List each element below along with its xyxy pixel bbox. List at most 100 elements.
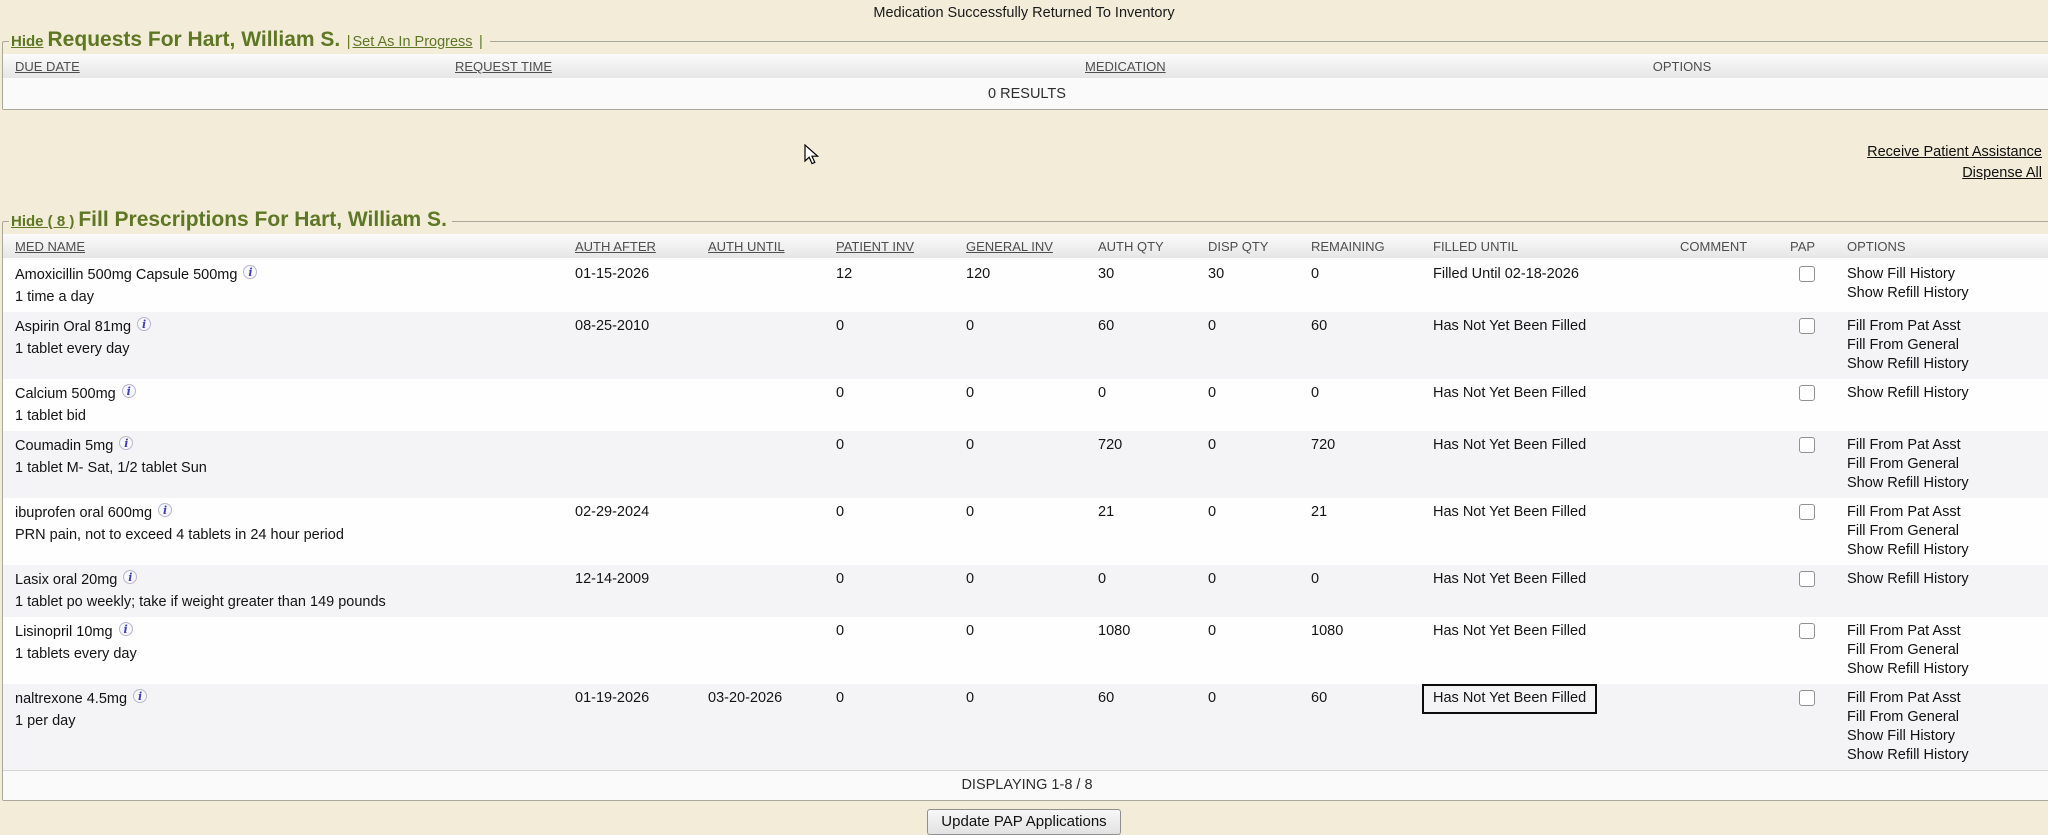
option-link-fill-from-pat-asst[interactable]: Fill From Pat Asst	[1847, 317, 2039, 336]
option-link-show-refill-history[interactable]: Show Refill History	[1847, 570, 2039, 589]
info-icon[interactable]: i	[137, 317, 151, 331]
requests-section-legend: HideRequests For Hart, William S. |Set A…	[9, 28, 490, 54]
dispense-all-link[interactable]: Dispense All	[0, 163, 2042, 184]
column-header-general-inv[interactable]: GENERAL INV	[954, 234, 1086, 259]
requests-section: HideRequests For Hart, William S. |Set A…	[2, 28, 2048, 110]
option-link-show-refill-history[interactable]: Show Refill History	[1847, 355, 2039, 374]
option-link-fill-from-pat-asst[interactable]: Fill From Pat Asst	[1847, 503, 2039, 522]
column-header-label[interactable]: DUE DATE	[15, 59, 80, 74]
pap-checkbox[interactable]	[1799, 571, 1815, 587]
column-header-request-time[interactable]: REQUEST TIME	[443, 54, 1073, 79]
column-header-label[interactable]: MED NAME	[15, 239, 85, 254]
column-header-label[interactable]: AUTH AFTER	[575, 239, 656, 254]
med-name-cell: Calcium 500mgi1 tablet bid	[3, 379, 563, 431]
option-link-show-refill-history[interactable]: Show Refill History	[1847, 474, 2039, 493]
column-header-label: AUTH QTY	[1098, 239, 1164, 254]
info-icon[interactable]: i	[158, 503, 172, 517]
prescriptions-section-title: Fill Prescriptions For Hart, William S.	[78, 208, 447, 231]
option-link-fill-from-pat-asst[interactable]: Fill From Pat Asst	[1847, 689, 2039, 708]
prescriptions-hide-link[interactable]: Hide ( 8 )	[11, 213, 74, 230]
prescription-row: Amoxicillin 500mg Capsule 500mgi1 time a…	[3, 259, 2048, 312]
column-header-label[interactable]: REQUEST TIME	[455, 59, 552, 74]
column-header-patient-inv[interactable]: PATIENT INV	[824, 234, 954, 259]
filled-until-value-focused: Has Not Yet Been Filled	[1422, 684, 1597, 714]
pap-checkbox[interactable]	[1799, 504, 1815, 520]
prescriptions-header-row: MED NAME AUTH AFTER AUTH UNTIL PATIENT INV G…	[3, 234, 2048, 259]
update-pap-applications-button[interactable]: Update PAP Applications	[927, 809, 1120, 835]
column-header-label[interactable]: AUTH UNTIL	[708, 239, 785, 254]
filled-until-value: Has Not Yet Been Filled	[1433, 504, 1586, 520]
auth-qty-cell: 60	[1086, 312, 1196, 379]
med-name: Calcium 500mg	[15, 386, 116, 402]
option-link-show-refill-history[interactable]: Show Refill History	[1847, 541, 2039, 560]
column-header-medication[interactable]: MEDICATION	[1073, 54, 1313, 79]
remaining-cell: 21	[1299, 498, 1421, 565]
pap-checkbox[interactable]	[1799, 437, 1815, 453]
option-link-fill-from-general[interactable]: Fill From General	[1847, 708, 2039, 727]
auth-until-cell	[696, 565, 824, 617]
pap-checkbox[interactable]	[1799, 266, 1815, 282]
auth-until-cell	[696, 431, 824, 498]
remaining-cell: 1080	[1299, 617, 1421, 684]
column-header-auth-until[interactable]: AUTH UNTIL	[696, 234, 824, 259]
receive-patient-assistance-link[interactable]: Receive Patient Assistance	[0, 142, 2042, 163]
option-link-fill-from-general[interactable]: Fill From General	[1847, 522, 2039, 541]
med-sig: 1 per day	[15, 712, 551, 731]
option-link-show-fill-history[interactable]: Show Fill History	[1847, 265, 2039, 284]
prescription-row: Coumadin 5mgi1 tablet M- Sat, 1/2 tablet…	[3, 431, 2048, 498]
requests-results-row: 0 RESULTS	[3, 79, 2048, 109]
option-link-fill-from-general[interactable]: Fill From General	[1847, 455, 2039, 474]
column-header-med-name[interactable]: MED NAME	[3, 234, 563, 259]
info-icon[interactable]: i	[123, 570, 137, 584]
prescription-row: Aspirin Oral 81mgi1 tablet every day08-2…	[3, 312, 2048, 379]
column-header-label[interactable]: MEDICATION	[1085, 59, 1166, 74]
pap-cell	[1778, 617, 1835, 684]
filled-until-cell: Has Not Yet Been Filled	[1421, 684, 1668, 771]
comment-cell	[1668, 498, 1778, 565]
column-header-auth-after[interactable]: AUTH AFTER	[563, 234, 696, 259]
option-link-show-refill-history[interactable]: Show Refill History	[1847, 660, 2039, 679]
info-icon[interactable]: i	[122, 384, 136, 398]
general-inv-cell: 120	[954, 259, 1086, 312]
filled-until-cell: Has Not Yet Been Filled	[1421, 431, 1668, 498]
med-name-cell: Amoxicillin 500mg Capsule 500mgi1 time a…	[3, 259, 563, 312]
comment-cell	[1668, 312, 1778, 379]
pap-checkbox[interactable]	[1799, 690, 1815, 706]
pap-cell	[1778, 498, 1835, 565]
option-link-show-refill-history[interactable]: Show Refill History	[1847, 746, 2039, 765]
general-inv-cell: 0	[954, 565, 1086, 617]
pap-checkbox[interactable]	[1799, 385, 1815, 401]
requests-section-title: Requests For Hart, William S.	[48, 28, 341, 51]
auth-after-cell	[563, 379, 696, 431]
med-name-cell: Coumadin 5mgi1 tablet M- Sat, 1/2 tablet…	[3, 431, 563, 498]
patient-inv-cell: 0	[824, 565, 954, 617]
comment-cell	[1668, 617, 1778, 684]
general-inv-cell: 0	[954, 431, 1086, 498]
column-header-pap: PAP	[1778, 234, 1835, 259]
option-link-show-refill-history[interactable]: Show Refill History	[1847, 384, 2039, 403]
options-cell: Show Fill HistoryShow Refill History	[1835, 259, 2048, 312]
pap-checkbox[interactable]	[1799, 318, 1815, 334]
column-header-label[interactable]: PATIENT INV	[836, 239, 914, 254]
info-icon[interactable]: i	[119, 436, 133, 450]
option-link-fill-from-pat-asst[interactable]: Fill From Pat Asst	[1847, 622, 2039, 641]
option-link-fill-from-general[interactable]: Fill From General	[1847, 641, 2039, 660]
option-link-show-fill-history[interactable]: Show Fill History	[1847, 727, 2039, 746]
patient-inv-cell: 0	[824, 498, 954, 565]
pap-checkbox[interactable]	[1799, 623, 1815, 639]
column-header-due-date[interactable]: DUE DATE	[3, 54, 443, 79]
info-icon[interactable]: i	[243, 265, 257, 279]
disp-qty-cell: 30	[1196, 259, 1299, 312]
set-as-in-progress-link[interactable]: Set As In Progress	[352, 34, 472, 50]
column-header-label: PAP	[1790, 239, 1815, 254]
info-icon[interactable]: i	[133, 689, 147, 703]
info-icon[interactable]: i	[119, 622, 133, 636]
option-link-fill-from-general[interactable]: Fill From General	[1847, 336, 2039, 355]
separator: |	[347, 34, 351, 50]
option-link-show-refill-history[interactable]: Show Refill History	[1847, 284, 2039, 303]
requests-hide-link[interactable]: Hide	[11, 33, 44, 50]
column-header-label[interactable]: GENERAL INV	[966, 239, 1053, 254]
filled-until-cell: Has Not Yet Been Filled	[1421, 565, 1668, 617]
med-sig: 1 tablet po weekly; take if weight great…	[15, 593, 551, 612]
option-link-fill-from-pat-asst[interactable]: Fill From Pat Asst	[1847, 436, 2039, 455]
